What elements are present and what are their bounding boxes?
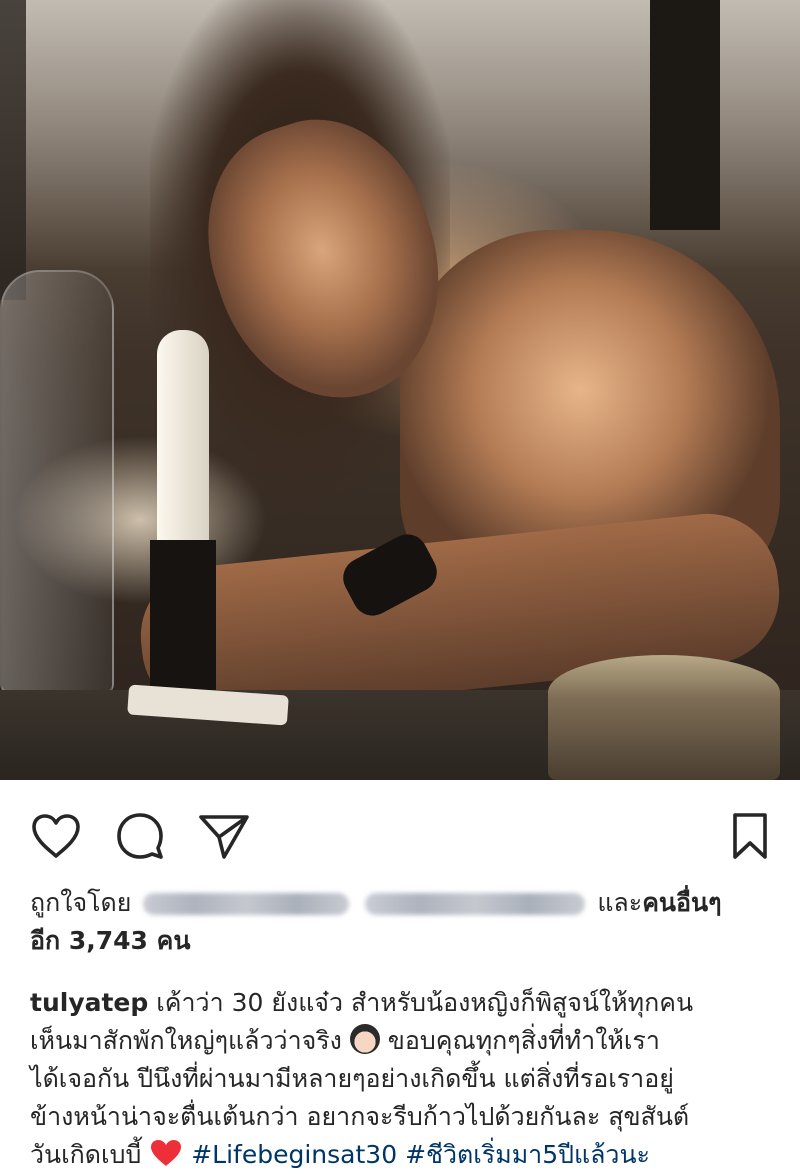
blurred-username [365,893,586,915]
comment-bubble-icon [117,813,163,859]
likes-prefix: ถูกใจโดย [30,888,132,917]
caption-username[interactable]: tulyatep [30,988,148,1017]
post-action-bar [0,800,800,870]
caption-text: ได้เจอกัน ปีนึงที่ผ่านมามีหลายๆอย่างเกิด… [30,1064,674,1093]
post-photo[interactable] [0,0,800,780]
woman-face-emoji-icon [349,1024,380,1054]
photo-wood-stump [548,655,780,780]
heart-outline-icon [32,814,80,858]
hashtag-link[interactable]: #ชีวิตเริ่มมา5ปีแล้วนะ [405,1140,650,1169]
photo-glass-jar [0,270,114,694]
caption-text: ขอบคุณทุกๆสิ่งที่ทำให้เรา [387,1026,660,1055]
caption-text: วันเกิดเบบี้ [30,1140,142,1169]
caption-text: เค้าว่า 30 ยังแจ๋ว สำหรับน้องหญิงก็พิสูจ… [156,988,694,1017]
share-button[interactable] [196,808,252,864]
photo-left-post [0,0,26,300]
bookmark-icon [733,813,767,859]
likes-summary: ถูกใจโดย และคนอื่นๆ อีก 3,743 คน [30,884,770,960]
hashtag-link[interactable]: #Lifebeginsat30 [191,1140,397,1169]
blurred-username [143,893,350,915]
caption-text: เห็นมาสักพักใหญ่ๆแล้วว่าจริง [30,1026,342,1055]
like-button[interactable] [28,808,84,864]
likes-others-link[interactable]: คนอื่นๆ [642,888,721,917]
red-heart-emoji-icon [151,1140,182,1166]
photo-dark-pillar [650,0,720,230]
comment-button[interactable] [112,808,168,864]
post-caption: tulyatep เค้าว่า 30 ยังแจ๋ว สำหรับน้องหญ… [30,984,775,1174]
photo-candle [157,330,209,550]
save-button[interactable] [722,808,778,864]
caption-text: ข้างหน้าน่าจะตื่นเต้นกว่า อยากจะรีบก้าวไ… [30,1102,690,1131]
likes-count[interactable]: อีก 3,743 คน [30,926,190,955]
paper-plane-icon [199,815,249,859]
likes-and: และ [597,888,643,917]
